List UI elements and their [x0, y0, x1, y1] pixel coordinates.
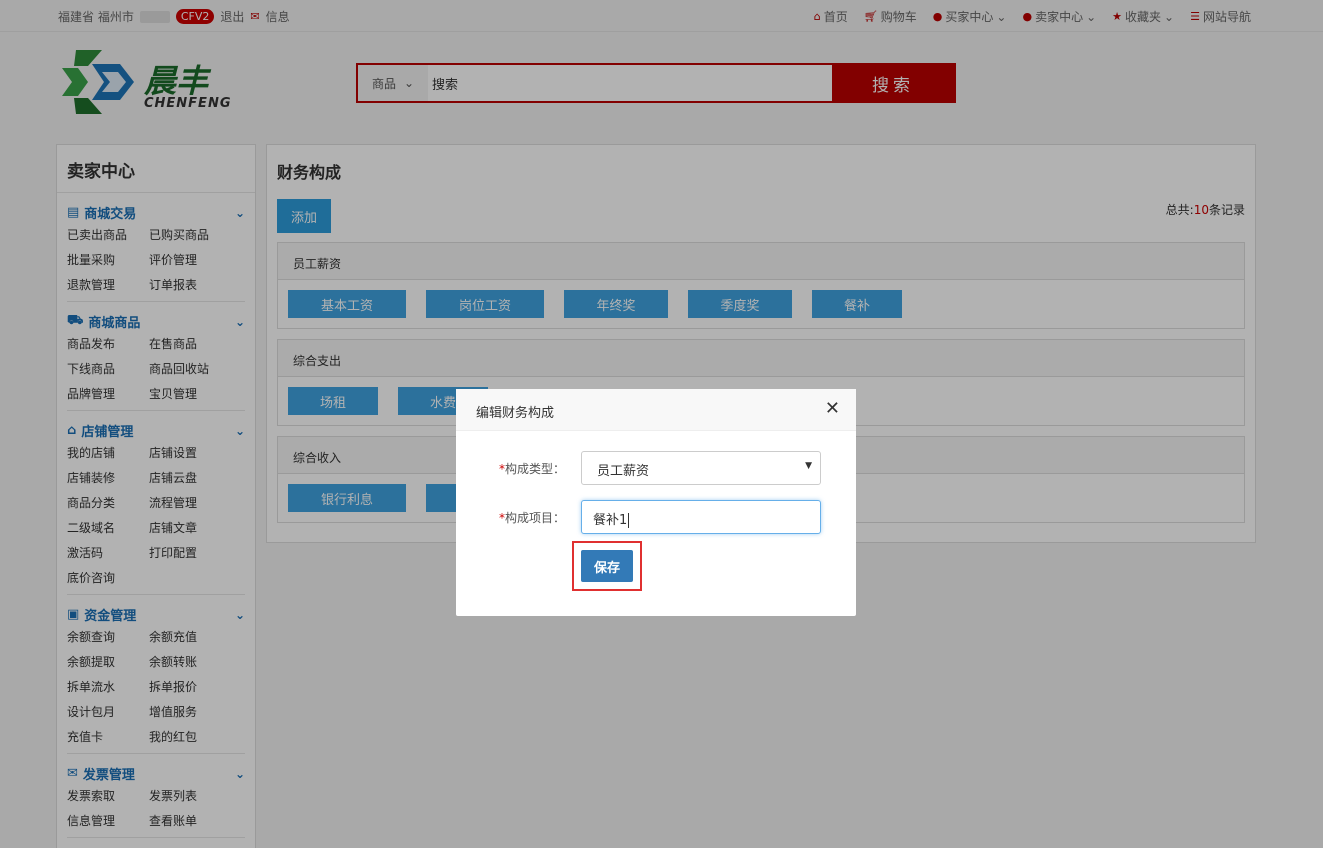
item-input-value: 餐补1 — [593, 513, 628, 528]
close-icon[interactable]: ✕ — [825, 399, 840, 419]
save-button[interactable]: 保存 — [581, 550, 633, 582]
type-field-label: *构成类型： — [498, 462, 565, 476]
modal-header: 编辑财务构成 ✕ — [456, 389, 856, 431]
type-select-value: 员工薪资 — [597, 464, 650, 479]
item-field-label-text: 构成项目： — [504, 511, 565, 525]
item-input[interactable]: 餐补1 — [581, 500, 821, 534]
type-field-row: *构成类型： 员工薪资 ▼ — [456, 451, 856, 485]
text-cursor — [628, 513, 630, 528]
item-field-row: *构成项目： 餐补1 — [456, 500, 856, 534]
type-select[interactable]: 员工薪资 ▼ — [581, 451, 821, 485]
item-field-label: *构成项目： — [498, 511, 565, 525]
modal-title: 编辑财务构成 — [476, 406, 555, 421]
save-highlight: 保存 — [572, 541, 642, 591]
chevron-down-icon: ▼ — [805, 461, 812, 471]
type-field-label-text: 构成类型： — [504, 462, 565, 476]
edit-finance-modal: 编辑财务构成 ✕ *构成类型： 员工薪资 ▼ *构成项目： 餐补1 保存 — [456, 389, 856, 616]
